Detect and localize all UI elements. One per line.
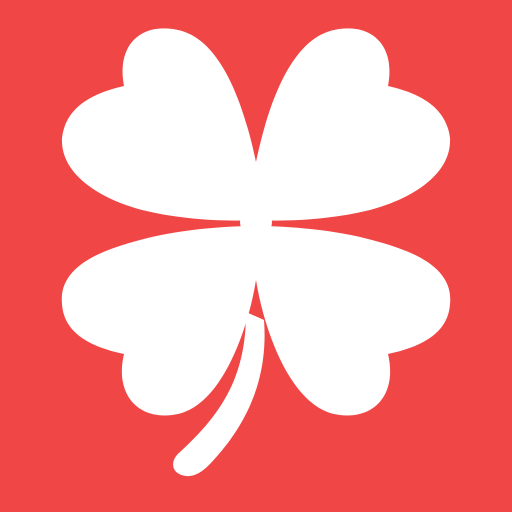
app-icon — [0, 0, 512, 512]
clover-center — [240, 206, 272, 238]
four-leaf-clover-icon — [0, 0, 512, 512]
